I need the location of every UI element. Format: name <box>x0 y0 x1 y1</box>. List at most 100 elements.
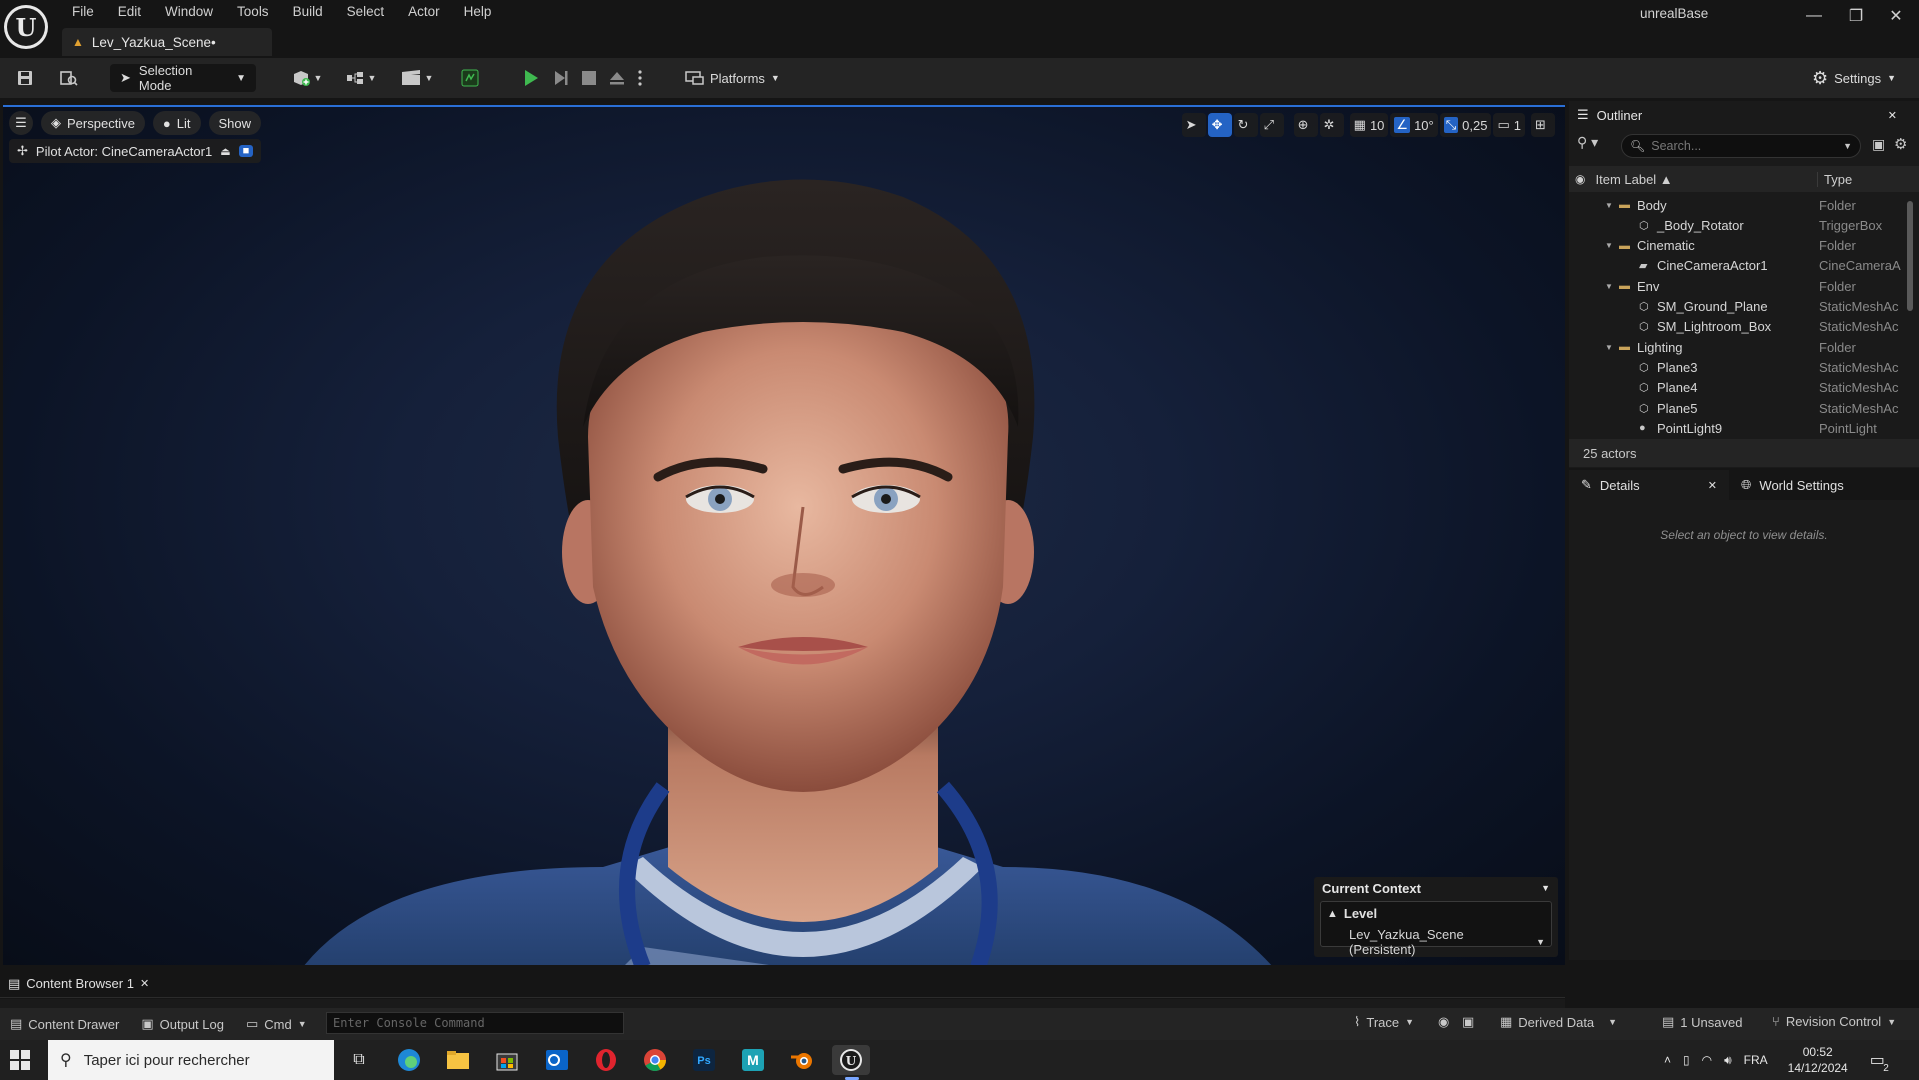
photoshop-icon[interactable]: Ps <box>685 1045 723 1075</box>
revision-control-dropdown[interactable]: ⑂ Revision Control ▼ <box>1772 1014 1896 1029</box>
menu-build[interactable]: Build <box>281 2 335 22</box>
item-label-column[interactable]: Item Label ▲ <box>1595 172 1672 187</box>
chrome-icon[interactable] <box>636 1045 674 1075</box>
expand-arrow-icon[interactable]: ▼ <box>1605 343 1613 352</box>
clock[interactable]: 00:52 14/12/2024 <box>1788 1044 1848 1076</box>
outliner-row[interactable]: ▼ ▬ Lighting Folder <box>1569 337 1905 357</box>
network-icon[interactable]: ◠ <box>1702 1053 1712 1067</box>
outliner-scrollbar[interactable] <box>1907 201 1913 311</box>
details-tab[interactable]: ✎ Details ✕ <box>1569 470 1729 500</box>
context-header[interactable]: Current Context ▼ <box>1314 877 1558 899</box>
maya-icon[interactable]: M <box>734 1045 772 1075</box>
record-icon[interactable]: ◉ <box>1438 1014 1449 1030</box>
platforms-dropdown[interactable]: Platforms ▼ <box>684 64 780 92</box>
level-viewport[interactable]: ☰ ◈ Perspective ● Lit Show ✢ Pilot Actor… <box>3 105 1565 965</box>
notification-icon[interactable]: ▭ 2 <box>1870 1050 1889 1074</box>
restore-icon[interactable]: ❐ <box>1836 4 1876 28</box>
add-folder-icon[interactable]: ▣ <box>1872 136 1885 153</box>
outliner-row[interactable]: ▰ CineCameraActor1 CineCameraA <box>1569 256 1905 276</box>
outliner-row[interactable]: ⬡ _Body_Rotator TriggerBox <box>1569 215 1905 235</box>
play-icon[interactable] <box>518 64 544 92</box>
tray-chevron-icon[interactable]: ˄ <box>1664 1053 1671 1067</box>
world-settings-tab[interactable]: 🌐︎ World Settings <box>1729 470 1856 500</box>
menu-window[interactable]: Window <box>153 2 225 22</box>
add-actor-button[interactable]: ▼ <box>286 64 328 92</box>
outliner-row[interactable]: ⬡ Plane5 StaticMeshAc <box>1569 398 1905 418</box>
volume-icon[interactable]: 🔊︎ <box>1724 1053 1732 1068</box>
surface-snap-icon[interactable]: ✲ <box>1319 113 1344 137</box>
outliner-row[interactable]: ⬡ Plane4 StaticMeshAc <box>1569 378 1905 398</box>
outliner-tab[interactable]: ☰ Outliner ✕ <box>1569 101 1919 129</box>
console-command-input[interactable]: Enter Console Command <box>326 1012 624 1034</box>
filter-icon[interactable]: ⚲ ▾ <box>1577 134 1598 151</box>
outliner-row[interactable]: ▼ ▬ Body Folder <box>1569 195 1905 215</box>
unreal-logo-icon[interactable]: U <box>4 5 48 49</box>
modes-icon[interactable] <box>456 64 484 92</box>
outliner-row[interactable]: ▼ ▬ Cinematic Folder <box>1569 236 1905 256</box>
world-local-icon[interactable]: ⊕ <box>1293 113 1318 137</box>
outliner-row[interactable]: ⬡ SM_Ground_Plane StaticMeshAc <box>1569 297 1905 317</box>
windows-start-icon[interactable] <box>10 1050 30 1070</box>
close-icon[interactable]: ✕ <box>140 977 149 990</box>
outliner-row[interactable]: ▼ ▬ Env Folder <box>1569 276 1905 296</box>
blender-icon[interactable] <box>783 1045 821 1075</box>
save-icon[interactable] <box>12 64 38 92</box>
edge-icon[interactable] <box>390 1045 428 1075</box>
language-indicator[interactable]: FRA <box>1744 1053 1768 1067</box>
perspective-dropdown[interactable]: ◈ Perspective <box>41 111 145 135</box>
minimize-icon[interactable]: — <box>1794 4 1834 28</box>
rotate-tool-icon[interactable]: ↻ <box>1233 113 1258 137</box>
play-options-icon[interactable] <box>632 64 648 92</box>
grid-snap-button[interactable]: ▦ 10 <box>1349 113 1389 137</box>
content-browse-icon[interactable] <box>56 64 82 92</box>
scale-tool-icon[interactable]: ⤢ <box>1259 113 1284 137</box>
outliner-row[interactable]: ⬡ Plane3 StaticMeshAc <box>1569 357 1905 377</box>
outliner-settings-icon[interactable]: ⚙ <box>1894 135 1907 153</box>
content-drawer-button[interactable]: ▤ Content Drawer <box>10 1016 119 1032</box>
viewport-menu-button[interactable]: ☰ <box>9 111 33 135</box>
settings-dropdown[interactable]: ⚙ Settings ▼ <box>1812 64 1896 92</box>
menu-actor[interactable]: Actor <box>396 2 452 22</box>
windows-search-box[interactable]: ⚲ Taper ici pour rechercher <box>48 1040 334 1080</box>
output-log-button[interactable]: ▣ Output Log <box>141 1016 224 1032</box>
outliner-row[interactable]: ● PointLight9 PointLight <box>1569 418 1905 438</box>
content-browser-tab[interactable]: ▤ Content Browser 1 ✕ <box>0 976 149 992</box>
camera-speed-button[interactable]: ▭ 1 <box>1493 113 1525 137</box>
expand-arrow-icon[interactable]: ▼ <box>1605 282 1613 291</box>
close-icon[interactable]: ✕ <box>1708 479 1717 492</box>
visibility-icon[interactable]: ◉ <box>1575 172 1585 186</box>
lit-dropdown[interactable]: ● Lit <box>152 111 201 135</box>
translate-tool-icon[interactable]: ✥ <box>1207 113 1232 137</box>
trace-dropdown[interactable]: ⌇ Trace ▼ <box>1354 1014 1414 1030</box>
level-tab[interactable]: ▲ Lev_Yazkua_Scene• <box>62 28 272 56</box>
unsaved-button[interactable]: ▤ 1 Unsaved <box>1662 1014 1742 1030</box>
context-level-dropdown[interactable]: Lev_Yazkua_Scene (Persistent) ▼ <box>1327 927 1545 957</box>
stop-icon[interactable] <box>576 64 602 92</box>
step-icon[interactable] <box>548 64 574 92</box>
show-dropdown[interactable]: Show <box>208 111 262 135</box>
eject-pilot-icon[interactable]: ⏏ <box>220 145 230 158</box>
camera-lock-icon[interactable]: ■ <box>238 145 254 157</box>
rotation-snap-button[interactable]: ∠ 10° <box>1390 113 1438 137</box>
eject-icon[interactable] <box>604 64 630 92</box>
unreal-taskbar-icon[interactable]: U <box>832 1045 870 1075</box>
task-view-icon[interactable]: ⧉ <box>340 1045 378 1075</box>
cmd-dropdown[interactable]: ▭ Cmd ▼ <box>246 1016 307 1032</box>
menu-help[interactable]: Help <box>452 2 504 22</box>
select-tool-icon[interactable]: ➤ <box>1181 113 1206 137</box>
selection-mode-dropdown[interactable]: ➤ Selection Mode ▼ <box>110 63 256 93</box>
screenshot-icon[interactable]: ▣ <box>1462 1014 1474 1030</box>
menu-tools[interactable]: Tools <box>225 2 281 22</box>
viewport-layout-icon[interactable]: ⊞ <box>1531 113 1555 137</box>
type-column[interactable]: Type <box>1817 171 1852 187</box>
scale-snap-button[interactable]: ⤡ 0,25 <box>1439 113 1492 137</box>
blueprint-button[interactable]: ▼ <box>340 64 382 92</box>
menu-file[interactable]: File <box>60 2 106 22</box>
expand-arrow-icon[interactable]: ▼ <box>1605 201 1613 210</box>
outliner-search-input[interactable]: 🔍︎ Search... ▼ <box>1621 134 1861 158</box>
outlook-icon[interactable] <box>538 1045 576 1075</box>
file-explorer-icon[interactable] <box>439 1045 477 1075</box>
cinematics-button[interactable]: ▼ <box>396 64 438 92</box>
close-icon[interactable]: ✕ <box>1876 4 1916 28</box>
close-icon[interactable]: ✕ <box>1888 109 1897 122</box>
